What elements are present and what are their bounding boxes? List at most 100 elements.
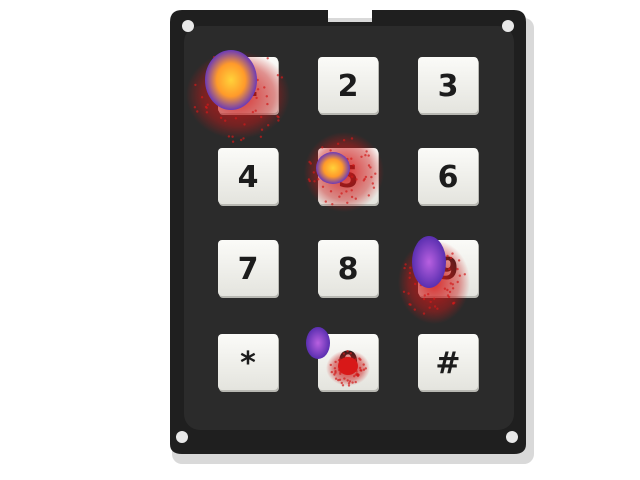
heat-speckle bbox=[452, 301, 455, 305]
heat-speckle bbox=[317, 178, 320, 181]
key-6[interactable]: 6 bbox=[418, 148, 479, 206]
heat-speckle bbox=[338, 195, 341, 198]
heat-speckle bbox=[196, 110, 199, 113]
heat-speckle bbox=[260, 115, 263, 119]
heat-core-key-5 bbox=[316, 152, 350, 184]
key-3[interactable]: 3 bbox=[418, 57, 479, 115]
heat-speckle bbox=[340, 192, 343, 195]
key-7[interactable]: 7 bbox=[218, 240, 279, 298]
key-hash[interactable]: # bbox=[418, 334, 479, 392]
heat-speckle bbox=[231, 135, 234, 138]
heat-core-key-1 bbox=[205, 50, 257, 110]
heat-core-key-0 bbox=[338, 357, 358, 375]
heat-speckle bbox=[242, 137, 245, 140]
heat-speckle bbox=[313, 180, 316, 183]
heat-speckle bbox=[463, 273, 466, 276]
heat-speckle bbox=[423, 294, 426, 297]
heat-speckle bbox=[367, 164, 371, 167]
heat-speckle bbox=[346, 379, 349, 382]
heat-speckle bbox=[404, 263, 407, 266]
heat-speckle bbox=[458, 274, 461, 277]
heat-speckle bbox=[350, 157, 353, 160]
heat-speckle bbox=[336, 142, 340, 145]
key-2[interactable]: 2 bbox=[318, 57, 379, 115]
heat-speckle bbox=[219, 116, 223, 120]
heat-speckle bbox=[266, 102, 269, 106]
heat-speckle bbox=[308, 160, 311, 164]
heat-speckle bbox=[402, 290, 406, 293]
heat-speckle bbox=[364, 367, 367, 370]
key-label: 6 bbox=[438, 160, 459, 195]
heat-speckle bbox=[403, 266, 406, 270]
heat-speckle bbox=[354, 197, 357, 200]
heat-speckle bbox=[351, 175, 354, 178]
mounting-hole-bottom-left bbox=[176, 431, 188, 443]
heat-speckle bbox=[260, 128, 264, 131]
heat-speckle bbox=[341, 384, 345, 387]
heat-speckle bbox=[407, 292, 410, 295]
heat-speckle bbox=[365, 150, 368, 153]
heat-speckle bbox=[343, 377, 346, 380]
heat-speckle bbox=[428, 306, 431, 309]
heat-speckle bbox=[193, 106, 197, 109]
heat-speckle bbox=[427, 293, 430, 296]
heat-speckle bbox=[324, 200, 327, 203]
heat-core-key-star-zero bbox=[306, 327, 330, 359]
heat-speckle bbox=[457, 259, 461, 262]
heat-speckle bbox=[360, 155, 363, 158]
key-8[interactable]: 8 bbox=[318, 240, 379, 298]
heat-speckle bbox=[352, 164, 355, 167]
heat-speckle bbox=[277, 119, 280, 122]
heat-speckle bbox=[433, 305, 437, 308]
heat-speckle bbox=[446, 254, 449, 258]
heat-speckle bbox=[372, 186, 376, 189]
heat-speckle bbox=[266, 57, 269, 60]
heat-speckle bbox=[331, 203, 334, 206]
key-label: 3 bbox=[438, 69, 459, 104]
heat-speckle bbox=[362, 363, 365, 366]
heat-speckle bbox=[307, 178, 311, 181]
heat-speckle bbox=[346, 201, 349, 204]
heat-speckle bbox=[367, 154, 370, 157]
heat-speckle bbox=[205, 111, 209, 114]
heat-speckle bbox=[351, 381, 354, 384]
heat-speckle bbox=[354, 380, 357, 384]
heat-speckle bbox=[347, 384, 351, 387]
heat-speckle bbox=[259, 135, 263, 138]
key-label: # bbox=[435, 346, 460, 381]
mounting-hole-top-right bbox=[502, 20, 514, 32]
heat-speckle bbox=[340, 381, 343, 385]
heat-speckle bbox=[321, 185, 325, 188]
heat-speckle bbox=[339, 372, 342, 375]
heat-speckle bbox=[338, 378, 342, 381]
heat-speckle bbox=[451, 287, 455, 290]
heat-speckle bbox=[350, 137, 354, 140]
heat-speckle bbox=[359, 358, 362, 361]
heat-speckle bbox=[312, 171, 315, 174]
heat-speckle bbox=[251, 110, 255, 114]
heat-speckle bbox=[413, 308, 416, 311]
heat-speckle bbox=[357, 373, 360, 377]
heat-speckle bbox=[448, 290, 452, 294]
heat-speckle bbox=[280, 76, 284, 79]
key-label: * bbox=[240, 346, 256, 381]
heat-speckle bbox=[360, 369, 363, 372]
heat-speckle bbox=[448, 267, 451, 271]
heat-speckle bbox=[364, 175, 368, 179]
heat-speckle bbox=[227, 135, 231, 138]
heat-speckle bbox=[349, 352, 352, 355]
heat-speckle bbox=[194, 83, 197, 87]
heat-speckle bbox=[449, 282, 452, 285]
heat-speckle bbox=[224, 119, 227, 122]
key-star[interactable]: * bbox=[218, 334, 279, 392]
heat-speckle bbox=[205, 106, 208, 110]
heat-speckle bbox=[276, 74, 280, 77]
key-4[interactable]: 4 bbox=[218, 148, 279, 206]
heat-speckle bbox=[333, 373, 336, 376]
heat-speckle bbox=[456, 267, 459, 271]
heat-speckle bbox=[334, 360, 337, 364]
heat-speckle bbox=[350, 189, 353, 192]
key-label: 4 bbox=[238, 160, 259, 195]
heat-speckle bbox=[265, 95, 268, 98]
heat-speckle bbox=[446, 294, 450, 297]
